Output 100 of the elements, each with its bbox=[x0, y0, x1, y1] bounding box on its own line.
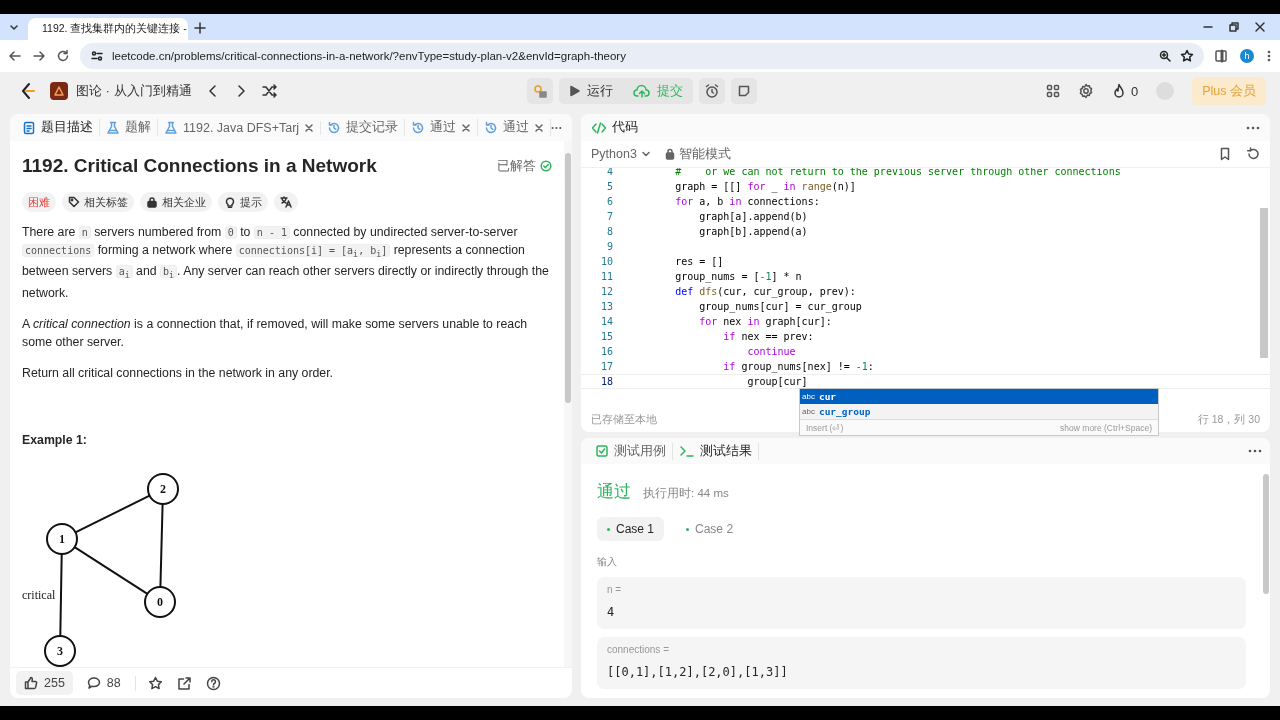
share-icon[interactable] bbox=[176, 675, 192, 691]
more-icon[interactable] bbox=[551, 125, 562, 130]
star-icon[interactable] bbox=[1180, 49, 1194, 63]
line-number: 10 bbox=[599, 256, 613, 267]
flask-icon bbox=[164, 120, 178, 135]
note-button[interactable] bbox=[731, 78, 757, 104]
panel-tab[interactable]: 测试结果 bbox=[673, 442, 759, 460]
smart-mode-toggle[interactable]: 智能模式 bbox=[664, 145, 731, 163]
difficulty-badge: 困难 bbox=[22, 192, 56, 212]
scrollbar[interactable] bbox=[1260, 208, 1268, 358]
code-line: graph[b].append(a) bbox=[698, 226, 808, 237]
panel-tab[interactable]: 通过 bbox=[478, 119, 552, 136]
forward-icon[interactable] bbox=[32, 49, 46, 63]
test-case-tab[interactable]: Case 2 bbox=[676, 517, 744, 541]
browser-tab[interactable]: 1192. 查找集群内的关键连接 - bbox=[28, 18, 188, 40]
code-line: for a, b in connections: bbox=[674, 196, 820, 207]
help-icon[interactable] bbox=[205, 675, 221, 691]
code-line: group[cur] bbox=[746, 376, 808, 387]
checkbox-icon bbox=[595, 444, 609, 458]
graph-node: 1 bbox=[46, 522, 78, 555]
close-icon[interactable] bbox=[304, 122, 315, 133]
line-number: 11 bbox=[599, 271, 613, 282]
history-icon bbox=[327, 120, 342, 135]
input-value: [[0,1],[1,2],[2,0],[1,3]] bbox=[607, 665, 789, 679]
panel-tab[interactable]: 题目描述 bbox=[16, 119, 100, 136]
panel-tab[interactable]: 题解 bbox=[100, 119, 158, 136]
flame-icon bbox=[1111, 83, 1126, 99]
language-dropdown[interactable]: Python3 bbox=[591, 147, 651, 161]
close-icon[interactable] bbox=[461, 122, 472, 133]
side-panel-icon[interactable] bbox=[1214, 49, 1228, 63]
hint-button[interactable]: 提示 bbox=[218, 192, 268, 212]
panel-tab[interactable]: 测试用例 bbox=[589, 442, 673, 460]
debug-button[interactable] bbox=[527, 78, 553, 104]
input-label: 输入 bbox=[597, 555, 618, 569]
suggestion-item[interactable]: abc cur bbox=[800, 389, 1158, 404]
chevron-down-icon bbox=[640, 149, 651, 159]
line-number: 7 bbox=[605, 211, 613, 222]
streak-counter[interactable]: 0 bbox=[1111, 83, 1139, 99]
lightbulb-icon bbox=[224, 196, 236, 208]
new-tab-icon[interactable] bbox=[194, 22, 206, 34]
line-number: 16 bbox=[599, 346, 613, 357]
back-icon[interactable] bbox=[8, 49, 22, 63]
bookmark-icon[interactable] bbox=[1218, 147, 1232, 161]
cloud-upload-icon bbox=[633, 84, 651, 98]
line-number: 13 bbox=[599, 301, 613, 312]
translate-button[interactable] bbox=[274, 192, 298, 212]
shuffle-icon[interactable] bbox=[261, 84, 278, 98]
reset-icon[interactable] bbox=[1246, 147, 1260, 161]
code-line: group_nums[cur] = cur_group bbox=[698, 301, 862, 312]
companies-button[interactable]: 相关企业 bbox=[140, 192, 212, 212]
more-icon[interactable] bbox=[1246, 125, 1260, 130]
check-circle-icon bbox=[540, 160, 552, 172]
tag-icon bbox=[68, 196, 80, 208]
code-line: group_nums = [-1] * n bbox=[674, 271, 802, 282]
address-bar[interactable]: leetcode.cn/problems/critical-connections-in-a-network/?envType=study-plan-v2&envId=graph-theory bbox=[80, 43, 1204, 69]
zoom-icon[interactable] bbox=[1158, 49, 1172, 63]
close-icon[interactable] bbox=[1254, 21, 1266, 33]
code-line: if group_nums[nex] != -1: bbox=[722, 361, 874, 372]
save-status: 已存储至本地 bbox=[591, 413, 657, 427]
code-line: for nex in graph[cur]: bbox=[698, 316, 832, 327]
graph-node: 3 bbox=[44, 634, 76, 667]
star-icon[interactable] bbox=[147, 675, 163, 691]
line-number: 9 bbox=[605, 241, 613, 252]
code-line: if nex == prev: bbox=[722, 331, 814, 342]
close-icon[interactable] bbox=[534, 122, 545, 133]
settings-icon[interactable] bbox=[1077, 83, 1094, 99]
like-button[interactable]: 255 bbox=[16, 671, 73, 695]
layout-icon[interactable] bbox=[1045, 84, 1060, 98]
line-number: 8 bbox=[605, 226, 613, 237]
description-paragraph: Return all critical connections in the network in any order. bbox=[22, 365, 334, 382]
input-name: connections = bbox=[607, 644, 670, 655]
input-name: n = bbox=[607, 584, 623, 595]
site-info-icon bbox=[90, 49, 104, 63]
panel-tab[interactable]: 通过 bbox=[405, 119, 479, 136]
reload-icon[interactable] bbox=[56, 49, 70, 63]
study-plan-title[interactable]: 图论 · 从入门到精通 bbox=[50, 82, 192, 100]
line-number: 6 bbox=[605, 196, 613, 207]
play-icon bbox=[569, 85, 581, 97]
panel-tab[interactable]: 1192. Java DFS+Tarj bbox=[158, 120, 322, 135]
input-value: 4 bbox=[607, 605, 616, 619]
line-number: 18 bbox=[599, 376, 613, 387]
translate-icon bbox=[280, 196, 292, 208]
lock-icon bbox=[664, 148, 675, 160]
code-line: def dfs(cur, cur_group, prev): bbox=[674, 286, 856, 297]
more-icon[interactable] bbox=[1248, 449, 1262, 453]
example-heading: Example 1: bbox=[22, 432, 88, 447]
panel-tab[interactable]: 提交记录 bbox=[321, 119, 406, 136]
comments-button[interactable]: 88 bbox=[86, 676, 121, 690]
comment-icon bbox=[86, 676, 101, 690]
alarm-button[interactable] bbox=[699, 78, 725, 104]
line-number: 12 bbox=[599, 286, 613, 297]
restore-icon[interactable] bbox=[1228, 21, 1240, 33]
edge-label: critical bbox=[22, 587, 56, 602]
terminal-icon bbox=[679, 444, 695, 458]
topics-button[interactable]: 相关标签 bbox=[62, 192, 134, 212]
test-case-tab[interactable]: Case 1 bbox=[597, 517, 665, 541]
profile-avatar[interactable]: h bbox=[1240, 49, 1254, 63]
scrollbar[interactable] bbox=[564, 141, 572, 667]
menu-icon[interactable] bbox=[1266, 49, 1272, 63]
suggestion-item[interactable]: abc cur_group bbox=[800, 404, 1158, 419]
